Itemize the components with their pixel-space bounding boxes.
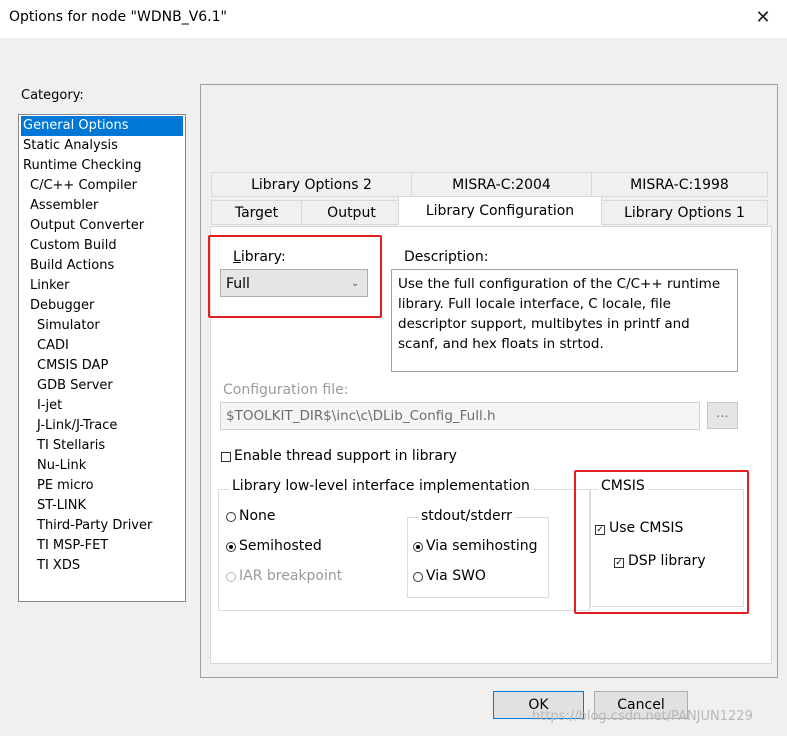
description-label: Description: [404, 249, 489, 265]
config-file-label: Configuration file: [223, 382, 349, 398]
thread-support-label: Enable thread support in library [234, 448, 457, 464]
category-item-assembler[interactable]: Assembler [30, 196, 98, 216]
browse-button[interactable]: ... [707, 402, 738, 429]
config-file-value: $TOOLKIT_DIR$\inc\c\DLib_Config_Full.h [226, 408, 496, 424]
category-item-ti-msp-fet[interactable]: TI MSP-FET [37, 536, 108, 556]
category-item-runtime-checking[interactable]: Runtime Checking [23, 156, 142, 176]
watermark: https://blog.csdn.net/PANJUN1229 [532, 709, 753, 724]
category-item-debugger[interactable]: Debugger [30, 296, 94, 316]
highlight-box-library [208, 235, 382, 318]
tab-library-options-1[interactable]: Library Options 1 [601, 200, 768, 225]
radio-semihosted[interactable] [226, 542, 236, 552]
category-item-i-jet[interactable]: I-jet [37, 396, 62, 416]
category-item-simulator[interactable]: Simulator [37, 316, 100, 336]
category-item-static-analysis[interactable]: Static Analysis [23, 136, 118, 156]
radio-via-semihosting-label: Via semihosting [426, 538, 538, 554]
category-item-ti-stellaris[interactable]: TI Stellaris [37, 436, 105, 456]
category-item-linker[interactable]: Linker [30, 276, 70, 296]
tab-output[interactable]: Output [301, 200, 402, 225]
category-item-ti-xds[interactable]: TI XDS [37, 556, 80, 576]
lowlevel-group-label: Library low-level interface implementati… [229, 478, 533, 494]
window-title: Options for node "WDNB_V6.1" [9, 9, 227, 25]
radio-iar-breakpoint-label: IAR breakpoint [239, 568, 343, 584]
category-item-general-options[interactable]: General Options [21, 116, 183, 136]
thread-support-checkbox[interactable] [221, 452, 231, 462]
tab-library-configuration[interactable]: Library Configuration [398, 196, 602, 225]
category-item-nu-link[interactable]: Nu-Link [37, 456, 86, 476]
radio-none[interactable] [226, 512, 236, 522]
category-item-cadi[interactable]: CADI [37, 336, 69, 356]
category-item-gdb-server[interactable]: GDB Server [37, 376, 113, 396]
tab-misra-c-1998[interactable]: MISRA-C:1998 [591, 172, 768, 197]
category-item-build-actions[interactable]: Build Actions [30, 256, 114, 276]
category-item-output-converter[interactable]: Output Converter [30, 216, 144, 236]
radio-iar-breakpoint[interactable] [226, 572, 236, 582]
category-item-cpp-compiler[interactable]: C/C++ Compiler [30, 176, 137, 196]
description-box: Use the full configuration of the C/C++ … [391, 269, 738, 372]
radio-via-semihosting[interactable] [413, 542, 423, 552]
category-label: Category: [21, 88, 84, 103]
category-item-custom-build[interactable]: Custom Build [30, 236, 117, 256]
category-item-pe-micro[interactable]: PE micro [37, 476, 94, 496]
category-item-st-link[interactable]: ST-LINK [37, 496, 86, 516]
stdout-group [407, 517, 549, 598]
highlight-box-cmsis [574, 470, 749, 614]
radio-semihosted-label: Semihosted [239, 538, 322, 554]
tab-library-options-2[interactable]: Library Options 2 [211, 172, 412, 197]
stdout-group-label: stdout/stderr [418, 508, 515, 524]
category-item-jlink-jtrace[interactable]: J-Link/J-Trace [37, 416, 117, 436]
radio-none-label: None [239, 508, 276, 524]
category-list[interactable]: General Options Static Analysis Runtime … [18, 114, 186, 602]
tab-misra-c-2004[interactable]: MISRA-C:2004 [411, 172, 592, 197]
category-item-cmsis-dap[interactable]: CMSIS DAP [37, 356, 108, 376]
radio-via-swo[interactable] [413, 572, 423, 582]
close-icon[interactable]: ✕ [752, 6, 774, 30]
category-item-third-party-driver[interactable]: Third-Party Driver [37, 516, 152, 536]
radio-via-swo-label: Via SWO [426, 568, 486, 584]
tab-target[interactable]: Target [211, 200, 302, 225]
description-text: Use the full configuration of the C/C++ … [398, 276, 721, 352]
